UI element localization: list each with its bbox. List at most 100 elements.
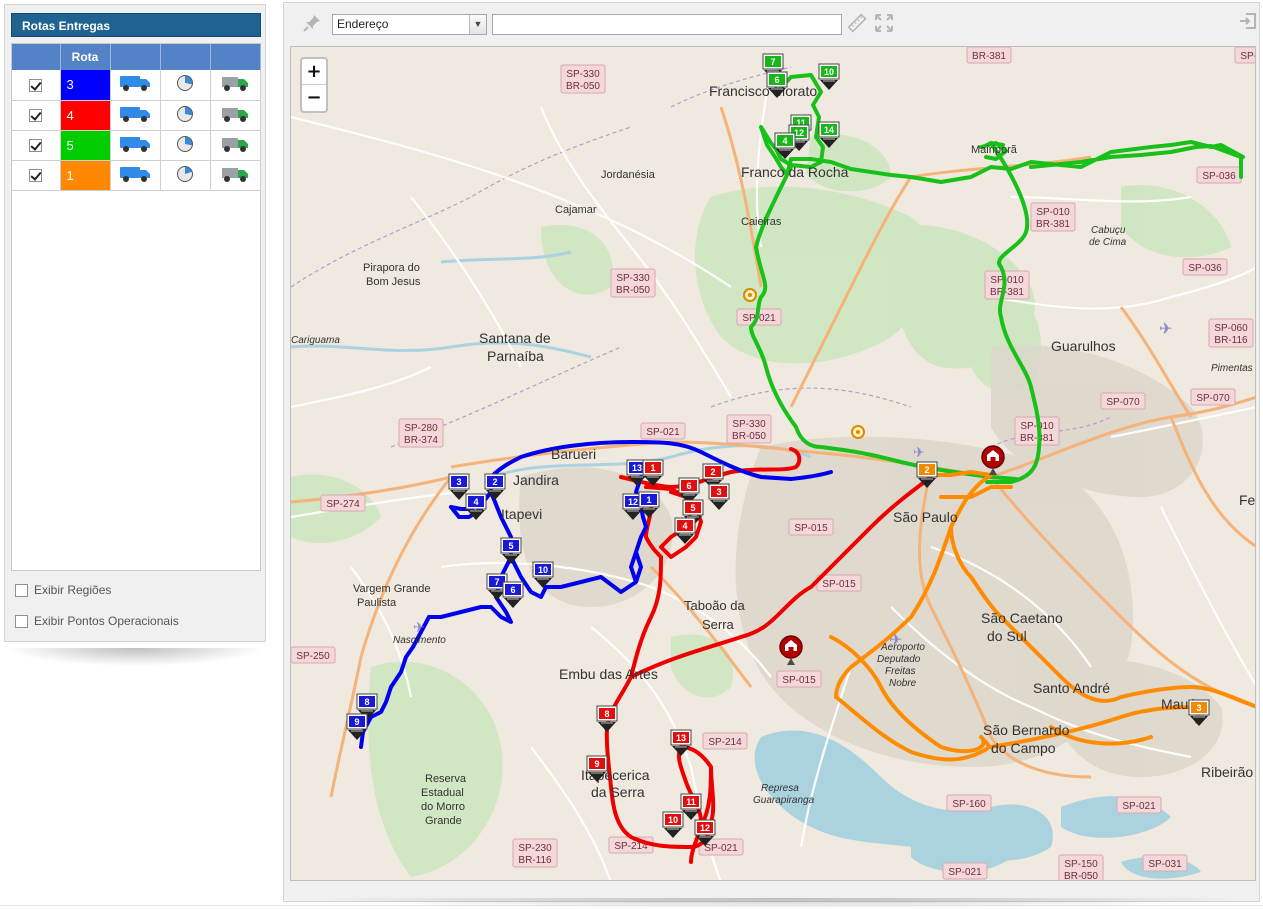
route-number[interactable]: 5 (60, 130, 111, 161)
truck-icon[interactable] (119, 165, 151, 183)
stop-marker-label: 1 (650, 463, 655, 473)
truck-icon[interactable] (119, 105, 151, 123)
map-place-label: Fer (1239, 492, 1256, 508)
stop-marker-label: 4 (782, 136, 787, 146)
show-regions-label: Exibir Regiões (34, 583, 112, 597)
svg-text:SP-060: SP-060 (1214, 323, 1248, 334)
stop-marker-label: 9 (594, 759, 599, 769)
highway-shield: SP-070 (1190, 388, 1236, 406)
routes-table-container: Rota 3 4 5 1 (11, 43, 261, 571)
map-place-label: Grande (425, 815, 462, 827)
truck-status-icon[interactable] (219, 165, 251, 183)
route-visibility-checkbox[interactable] (29, 109, 43, 123)
show-points-checkbox[interactable] (15, 615, 28, 629)
header-truck-col (110, 44, 161, 70)
zoom-out-button[interactable]: − (302, 85, 326, 111)
show-points-label: Exibir Pontos Operacionais (34, 614, 179, 628)
route-row[interactable]: 5 (12, 130, 261, 161)
map-canvas[interactable]: BR-381SP-330BR-050SP-330BR-050SP-036SP-0… (291, 47, 1256, 881)
map-place-label: Aeroporto (880, 642, 925, 653)
map-place-label: Serra (702, 617, 735, 632)
route-visibility-checkbox[interactable] (29, 169, 43, 183)
route-visibility-checkbox[interactable] (29, 78, 43, 92)
poi-marker-icon[interactable] (851, 425, 865, 439)
svg-text:SP-015: SP-015 (794, 523, 828, 534)
svg-text:SP-070: SP-070 (1196, 393, 1230, 404)
route-number[interactable]: 4 (60, 100, 111, 131)
zoom-in-button[interactable]: + (302, 59, 326, 85)
route-progress-cell (160, 160, 211, 191)
route-row[interactable]: 1 (12, 160, 261, 191)
stop-marker-label: 3 (1196, 703, 1201, 713)
route-map[interactable]: BR-381 SP-330 BR-050 SP-330 BR-050 SP-036 SP-0… (290, 46, 1256, 881)
ruler-icon[interactable] (847, 13, 867, 38)
map-place-label: Pirapora do (363, 262, 420, 274)
highway-shield: SP-070 (1100, 392, 1146, 410)
poi-marker-icon[interactable] (743, 288, 757, 302)
stop-marker-label: 5 (690, 503, 695, 513)
svg-text:BR-050: BR-050 (616, 285, 650, 296)
stop-marker-label: 5 (508, 541, 513, 551)
highway-shield: SP-015 (776, 670, 822, 688)
highway-shield: SP-230BR-116 (512, 838, 558, 868)
logout-icon[interactable] (1239, 12, 1257, 35)
svg-text:SP-214: SP-214 (708, 737, 742, 748)
map-place-label: da Serra (591, 784, 645, 800)
route-progress-cell (160, 130, 211, 161)
svg-text:BR-381: BR-381 (1020, 433, 1054, 444)
map-place-label: do Campo (991, 740, 1056, 756)
svg-text:SP-021: SP-021 (704, 843, 738, 854)
map-place-label: Freitas (885, 666, 916, 677)
highway-shield: SP-060BR-116 (1208, 318, 1254, 348)
option-show-points[interactable]: Exibir Pontos Operacionais (15, 614, 179, 629)
option-show-regions[interactable]: Exibir Regiões (15, 583, 112, 598)
highway-shield: SP-036 (1196, 166, 1242, 184)
route-truck-cell (110, 70, 161, 101)
truck-status-icon[interactable] (219, 135, 251, 153)
stop-marker-label: 8 (364, 697, 369, 707)
route-row[interactable]: 3 (12, 70, 261, 101)
highway-shield: SP-274 (320, 494, 366, 512)
map-panel: Endereço ▼ BR-381 SP-330 BR-050 SP-330 B… (283, 2, 1260, 902)
map-place-label: São Bernardo (983, 722, 1070, 738)
route-visibility-checkbox[interactable] (29, 139, 43, 153)
route-truck-cell (110, 130, 161, 161)
airport-icon: ✈ (1159, 321, 1172, 338)
truck-status-icon[interactable] (219, 105, 251, 123)
show-regions-checkbox[interactable] (15, 584, 28, 598)
stop-marker-label: 4 (473, 497, 478, 507)
map-place-label: Pimentas (1211, 363, 1253, 374)
map-place-label: Nascimento (393, 635, 446, 646)
route-progress-cell (160, 100, 211, 131)
route-number[interactable]: 1 (60, 160, 111, 191)
airport-icon: ✈ (889, 632, 902, 649)
route-row[interactable]: 4 (12, 100, 261, 131)
stop-marker-label: 2 (492, 477, 497, 487)
highway-shield: SP-160 (946, 794, 992, 812)
svg-text:BR-381: BR-381 (990, 287, 1024, 298)
progress-pie-icon[interactable] (177, 135, 193, 152)
route-status-cell (210, 130, 261, 161)
truck-icon[interactable] (119, 135, 151, 153)
progress-pie-icon[interactable] (177, 105, 193, 122)
route-number[interactable]: 3 (60, 70, 111, 101)
route-status-cell (210, 100, 261, 131)
truck-icon[interactable] (119, 74, 151, 92)
truck-status-icon[interactable] (219, 74, 251, 92)
progress-pie-icon[interactable] (177, 165, 193, 182)
map-place-label: de Cima (1089, 237, 1127, 248)
map-place-label: Cajamar (555, 204, 597, 216)
highway-shield: SP-150BR-050 (1058, 854, 1104, 880)
chevron-down-icon[interactable]: ▼ (469, 15, 486, 34)
progress-pie-icon[interactable] (177, 75, 193, 92)
route-status-cell (210, 160, 261, 191)
pushpin-icon[interactable] (302, 13, 322, 33)
svg-text:SP-021: SP-021 (948, 867, 982, 878)
address-search-input[interactable] (492, 14, 842, 35)
map-place-label: Taboão da (684, 598, 745, 613)
fullscreen-icon[interactable] (874, 13, 894, 38)
map-place-label: Deputado (877, 654, 921, 665)
stop-marker-label: 10 (538, 565, 548, 575)
search-type-select[interactable]: Endereço ▼ (332, 14, 487, 35)
map-place-label: Bom Jesus (366, 276, 421, 288)
